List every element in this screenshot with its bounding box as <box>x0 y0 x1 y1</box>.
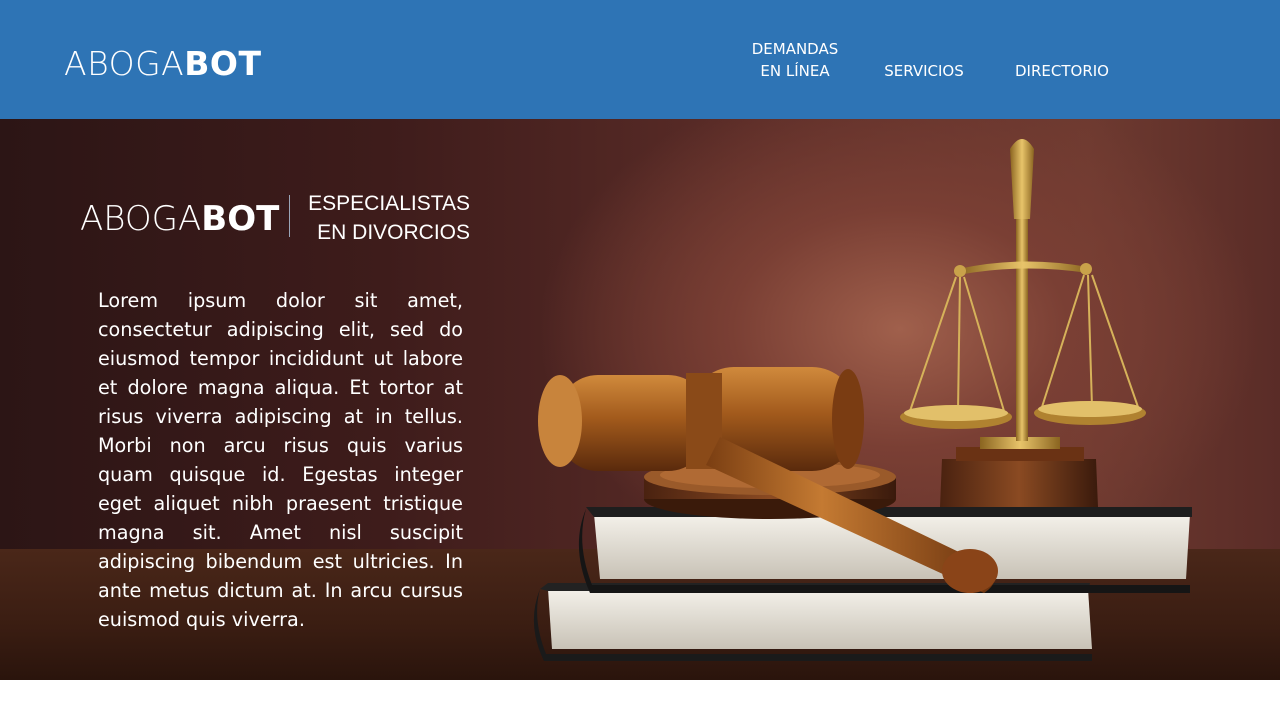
logo-divider <box>289 195 290 237</box>
tagline-line2: EN DIVORCIOS <box>317 221 470 244</box>
nav-servicios-label: SERVICIOS <box>884 61 964 80</box>
nav-link-servicios[interactable]: SERVICIOS <box>874 0 974 119</box>
logo-text-light: ABOGA <box>64 44 185 83</box>
gavel-head <box>538 367 864 471</box>
tagline-line1: ESPECIALISTAS <box>308 192 470 215</box>
page-bottom-spacer <box>0 680 1280 720</box>
nav-demandas-line1: DEMANDAS <box>751 39 839 58</box>
logo-text-bold: BOT <box>184 44 262 83</box>
scales-of-justice <box>900 139 1146 507</box>
nav-link-directorio[interactable]: DIRECTORIO <box>1004 0 1120 119</box>
hero-logo-light: ABOGA <box>80 199 202 239</box>
hero-banner: ABOGABOT ESPECIALISTAS EN DIVORCIOS Lore… <box>0 119 1280 680</box>
site-logo[interactable]: ABOGABOT <box>64 44 261 84</box>
hero-logo: ABOGABOT <box>80 198 279 240</box>
lower-book <box>533 583 1092 661</box>
hero-logo-bold: BOT <box>201 199 280 239</box>
hero-tagline: ESPECIALISTAS EN DIVORCIOS <box>300 189 470 247</box>
hero-body-text: Lorem ipsum dolor sit amet, consectetur … <box>98 289 463 631</box>
top-navigation-bar: ABOGABOT DEMANDAS EN LÍNEA SERVICIOS DIR… <box>0 0 1280 119</box>
nav-demandas-line2: EN LÍNEA <box>760 61 830 80</box>
nav-directorio-label: DIRECTORIO <box>1015 61 1109 80</box>
nav-link-demandas[interactable]: DEMANDAS EN LÍNEA <box>738 0 852 119</box>
